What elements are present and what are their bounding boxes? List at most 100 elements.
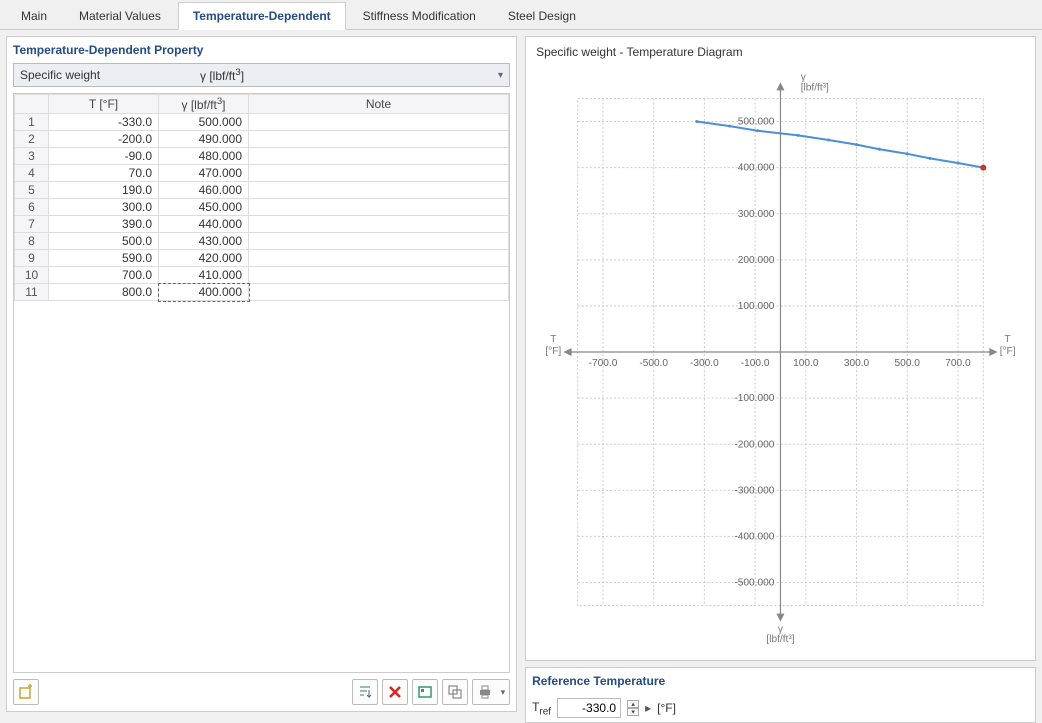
cell-temperature[interactable]: 700.0	[49, 267, 159, 284]
svg-text:T: T	[550, 334, 556, 345]
chart-title: Specific weight - Temperature Diagram	[536, 45, 1029, 59]
table-row[interactable]: 11800.0400.000	[15, 284, 509, 301]
row-number: 1	[15, 114, 49, 131]
reftemp-input[interactable]	[557, 698, 621, 718]
cell-gamma[interactable]: 490.000	[159, 131, 249, 148]
svg-text:-700.0: -700.0	[589, 358, 618, 369]
svg-text:[°F]: [°F]	[545, 346, 561, 357]
table-row[interactable]: 470.0470.000	[15, 165, 509, 182]
cell-note[interactable]	[249, 216, 509, 233]
tab-stiffness-modification[interactable]: Stiffness Modification	[348, 2, 491, 29]
svg-text:700.0: 700.0	[945, 358, 971, 369]
svg-text:400.000: 400.000	[738, 163, 775, 174]
reftemp-label: Tref	[532, 700, 551, 717]
cell-note[interactable]	[249, 233, 509, 250]
table-row[interactable]: 9590.0420.000	[15, 250, 509, 267]
cell-temperature[interactable]: 800.0	[49, 284, 159, 301]
tab-temperature-dependent[interactable]: Temperature-Dependent	[178, 2, 346, 30]
col-note: Note	[249, 95, 509, 114]
cell-gamma[interactable]: 400.000	[159, 284, 249, 301]
cell-temperature[interactable]: 500.0	[49, 233, 159, 250]
row-number: 9	[15, 250, 49, 267]
row-number: 11	[15, 284, 49, 301]
svg-text:-500.000: -500.000	[734, 578, 774, 589]
row-number: 3	[15, 148, 49, 165]
svg-text:100.0: 100.0	[793, 358, 819, 369]
cell-note[interactable]	[249, 199, 509, 216]
col-temperature: T [°F]	[49, 95, 159, 114]
cell-note[interactable]	[249, 182, 509, 199]
cell-note[interactable]	[249, 131, 509, 148]
copy-button[interactable]	[442, 679, 468, 705]
cell-gamma[interactable]: 450.000	[159, 199, 249, 216]
row-number: 6	[15, 199, 49, 216]
svg-text:-200.000: -200.000	[734, 439, 774, 450]
reftemp-spin-up[interactable]: ▴	[627, 700, 639, 708]
cell-note[interactable]	[249, 114, 509, 131]
tab-material-values[interactable]: Material Values	[64, 2, 176, 29]
svg-text:300.0: 300.0	[844, 358, 870, 369]
cell-note[interactable]	[249, 250, 509, 267]
table-row[interactable]: 7390.0440.000	[15, 216, 509, 233]
data-table[interactable]: T [°F] γ [lbf/ft3] Note 1-330.0500.0002-…	[14, 94, 509, 301]
table-row[interactable]: 8500.0430.000	[15, 233, 509, 250]
panel-title-reftemp: Reference Temperature	[532, 674, 1029, 688]
chart-svg: -700.0-500.0-300.0-100.0100.0300.0500.07…	[532, 63, 1029, 651]
cell-note[interactable]	[249, 165, 509, 182]
svg-text:200.000: 200.000	[738, 255, 775, 266]
tab-steel-design[interactable]: Steel Design	[493, 2, 591, 29]
cell-note[interactable]	[249, 267, 509, 284]
row-number: 2	[15, 131, 49, 148]
property-dropdown[interactable]: Specific weight γ [lbf/ft3] ▾	[13, 63, 510, 87]
svg-text:[°F]: [°F]	[1000, 346, 1016, 357]
cell-temperature[interactable]: -90.0	[49, 148, 159, 165]
sort-button[interactable]	[352, 679, 378, 705]
cell-note[interactable]	[249, 284, 509, 301]
col-gamma: γ [lbf/ft3]	[159, 95, 249, 114]
print-button[interactable]: ▾	[472, 679, 510, 705]
table-row[interactable]: 10700.0410.000	[15, 267, 509, 284]
svg-text:-300.0: -300.0	[690, 358, 719, 369]
tab-main[interactable]: Main	[6, 2, 62, 29]
table-row[interactable]: 6300.0450.000	[15, 199, 509, 216]
table-row[interactable]: 5190.0460.000	[15, 182, 509, 199]
reftemp-spin-down[interactable]: ▾	[627, 708, 639, 716]
cell-gamma[interactable]: 430.000	[159, 233, 249, 250]
cell-temperature[interactable]: 390.0	[49, 216, 159, 233]
row-number: 7	[15, 216, 49, 233]
table-row[interactable]: 2-200.0490.000	[15, 131, 509, 148]
cell-gamma[interactable]: 460.000	[159, 182, 249, 199]
row-number: 5	[15, 182, 49, 199]
table-row[interactable]: 3-90.0480.000	[15, 148, 509, 165]
cell-temperature[interactable]: -330.0	[49, 114, 159, 131]
cell-gamma[interactable]: 480.000	[159, 148, 249, 165]
cell-gamma[interactable]: 500.000	[159, 114, 249, 131]
cell-gamma[interactable]: 410.000	[159, 267, 249, 284]
cell-gamma[interactable]: 440.000	[159, 216, 249, 233]
delete-button[interactable]	[382, 679, 408, 705]
svg-text:[lbf/ft³]: [lbf/ft³]	[766, 634, 794, 645]
property-label: Specific weight	[20, 68, 200, 82]
row-number: 8	[15, 233, 49, 250]
cell-temperature[interactable]: -200.0	[49, 131, 159, 148]
reftemp-step-button[interactable]: ▸	[645, 701, 651, 715]
cell-gamma[interactable]: 420.000	[159, 250, 249, 267]
cell-temperature[interactable]: 590.0	[49, 250, 159, 267]
chevron-down-icon: ▾	[498, 70, 503, 81]
cell-note[interactable]	[249, 148, 509, 165]
cell-temperature[interactable]: 190.0	[49, 182, 159, 199]
cell-gamma[interactable]: 470.000	[159, 165, 249, 182]
new-row-button[interactable]	[13, 679, 39, 705]
row-number: 4	[15, 165, 49, 182]
svg-text:[lbf/ft³]: [lbf/ft³]	[801, 82, 829, 93]
chevron-down-icon: ▾	[501, 687, 506, 698]
svg-text:T: T	[1005, 334, 1011, 345]
svg-text:-500.0: -500.0	[639, 358, 668, 369]
svg-text:-400.000: -400.000	[734, 531, 774, 542]
cell-temperature[interactable]: 300.0	[49, 199, 159, 216]
svg-text:100.000: 100.000	[738, 301, 775, 312]
svg-text:-100.0: -100.0	[741, 358, 770, 369]
export-button[interactable]	[412, 679, 438, 705]
table-row[interactable]: 1-330.0500.000	[15, 114, 509, 131]
cell-temperature[interactable]: 70.0	[49, 165, 159, 182]
